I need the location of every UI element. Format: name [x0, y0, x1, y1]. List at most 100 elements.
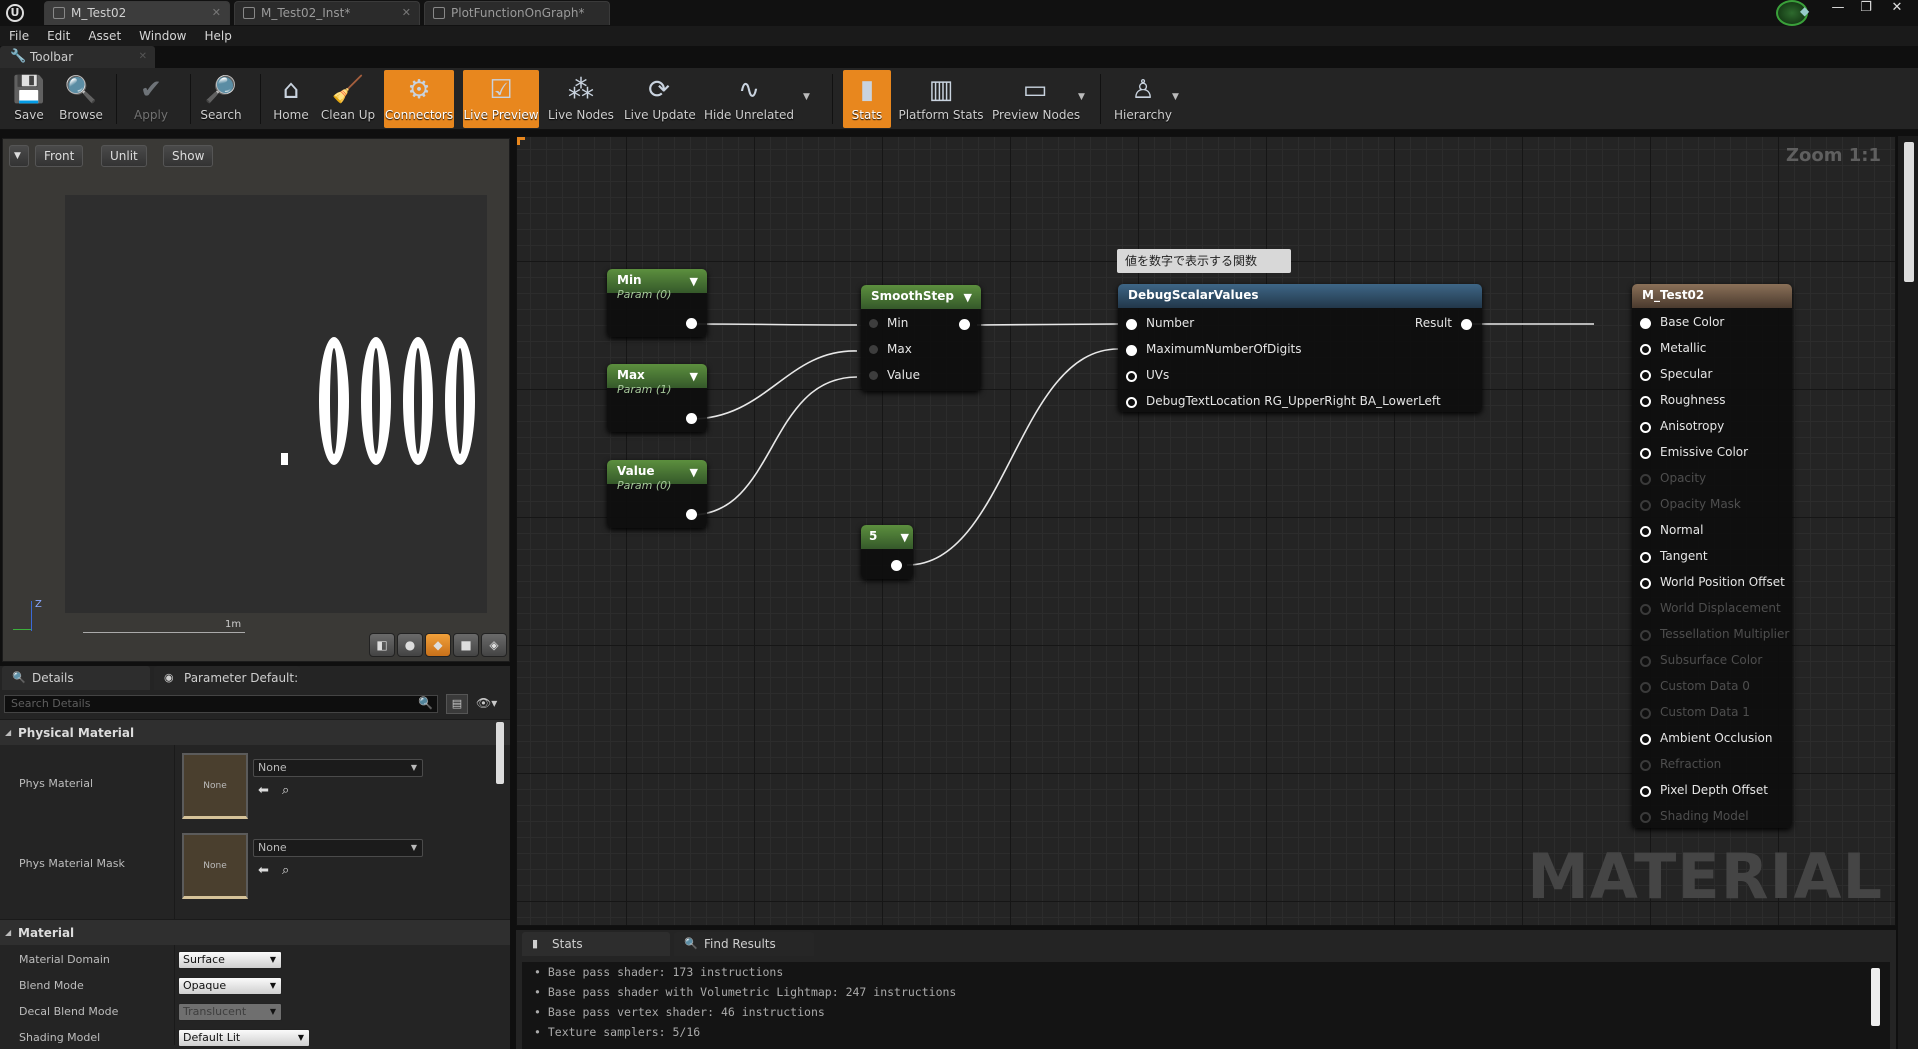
material-input-pin[interactable]: [1640, 734, 1651, 745]
property-matrix-icon[interactable]: ▤: [446, 694, 468, 714]
use-selected-icon[interactable]: ⬅: [258, 863, 269, 878]
output-pin[interactable]: [891, 560, 902, 571]
live-preview-button[interactable]: ☑ Live Preview: [463, 70, 539, 128]
output-pin[interactable]: [686, 318, 697, 329]
live-update-button[interactable]: ⟳ Live Update: [624, 70, 696, 128]
phys-material-thumbnail[interactable]: None: [182, 753, 248, 819]
cylinder-icon[interactable]: ◧: [369, 633, 395, 657]
search-button[interactable]: 🔎 Search: [198, 70, 244, 128]
section-physical-material[interactable]: Physical Material: [0, 719, 510, 746]
preview-viewport[interactable]: ▼ Front Unlit Show 0000 Z 1m ◧ ● ◆ ■ ◈: [2, 138, 510, 662]
plane-icon[interactable]: ◆: [425, 633, 451, 657]
chevron-down-icon[interactable]: ▼: [803, 92, 810, 102]
output-pin[interactable]: [686, 509, 697, 520]
menu-edit[interactable]: Edit: [38, 26, 79, 46]
node-value[interactable]: Value Param (0) ▼: [607, 460, 707, 528]
menu-file[interactable]: File: [0, 26, 38, 46]
material-input-pin[interactable]: [1640, 318, 1651, 329]
hide-unrelated-button[interactable]: ∿ Hide Unrelated: [704, 70, 794, 128]
browse-icon[interactable]: ⌕: [282, 863, 289, 878]
material-input-pin[interactable]: [1640, 344, 1651, 355]
input-pin-max[interactable]: [869, 345, 878, 354]
collapse-arrow-icon[interactable]: ▼: [964, 291, 972, 304]
home-button[interactable]: ⌂ Home: [268, 70, 314, 128]
apply-button[interactable]: ✔ Apply: [128, 70, 174, 128]
input-pin-text-location[interactable]: [1126, 397, 1137, 408]
output-pin-result[interactable]: [1461, 319, 1472, 330]
viewport-options-button[interactable]: ▼: [9, 145, 29, 167]
preview-nodes-button[interactable]: ▭ Preview Nodes: [992, 70, 1080, 128]
tab-m-test02[interactable]: M_Test02 ✕: [44, 1, 230, 25]
material-input-pin[interactable]: [1640, 370, 1651, 381]
teapot-icon[interactable]: ◈: [481, 633, 507, 657]
phys-material-picker[interactable]: None: [253, 759, 423, 777]
close-icon[interactable]: ✕: [402, 2, 411, 24]
input-pin-value[interactable]: [869, 371, 878, 380]
stats-button[interactable]: ▮ Stats: [843, 70, 891, 128]
search-details-input[interactable]: Search Details: [4, 695, 438, 713]
node-smoothstep[interactable]: SmoothStep ▼ Min Max Value: [861, 285, 981, 391]
browse-icon[interactable]: ⌕: [282, 783, 289, 798]
cube-icon[interactable]: ■: [453, 633, 479, 657]
tab-m-test02-inst[interactable]: M_Test02_Inst* ✕: [234, 1, 420, 25]
chevron-down-icon[interactable]: ▼: [1078, 92, 1085, 102]
menu-window[interactable]: Window: [130, 26, 195, 46]
tab-stats[interactable]: ▮ Stats: [522, 932, 670, 956]
show-button[interactable]: Show: [163, 145, 214, 167]
restore-icon[interactable]: ❐: [1853, 0, 1879, 18]
sphere-icon[interactable]: ●: [397, 633, 423, 657]
node-debug-scalar-values[interactable]: DebugScalarValues Number MaximumNumberOf…: [1118, 284, 1482, 412]
platform-stats-button[interactable]: ▥ Platform Stats: [898, 70, 984, 128]
stats-scrollbar[interactable]: [1871, 968, 1880, 1026]
clean-up-button[interactable]: 🧹 Clean Up: [320, 70, 376, 128]
chevron-down-icon[interactable]: ▼: [1172, 92, 1179, 102]
input-pin-uvs[interactable]: [1126, 371, 1137, 382]
front-view-button[interactable]: Front: [35, 145, 84, 167]
hierarchy-button[interactable]: ♙ Hierarchy: [1112, 70, 1174, 128]
material-input-pin[interactable]: [1640, 396, 1651, 407]
view-options-icon[interactable]: 👁▾: [476, 696, 497, 710]
graph-scrollbar[interactable]: [1904, 142, 1914, 282]
material-input-pin[interactable]: [1640, 552, 1651, 563]
save-button[interactable]: 💾 Save: [8, 70, 50, 128]
node-material-result[interactable]: M_Test02 Base Color Metallic Specular Rough…: [1632, 284, 1792, 828]
section-material[interactable]: Material: [0, 919, 510, 946]
unlit-button[interactable]: Unlit: [101, 145, 147, 167]
blend-mode-select[interactable]: Opaque: [178, 977, 282, 995]
output-pin[interactable]: [686, 413, 697, 424]
comment-bubble[interactable]: 値を数字で表示する関数: [1117, 249, 1291, 273]
close-icon[interactable]: ✕: [212, 2, 221, 24]
output-pin[interactable]: [959, 319, 970, 330]
collapse-arrow-icon[interactable]: ▼: [901, 531, 909, 544]
material-input-pin[interactable]: [1640, 578, 1651, 589]
feedback-icon[interactable]: ◆: [1800, 4, 1809, 18]
material-input-pin[interactable]: [1640, 526, 1651, 537]
tab-details[interactable]: 🔍 Details: [2, 666, 150, 690]
tab-parameter-defaults[interactable]: ◉ Parameter Default:: [154, 666, 300, 690]
material-domain-select[interactable]: Surface: [178, 951, 282, 969]
toolbar-tab[interactable]: 🔧 Toolbar ✕: [0, 46, 155, 68]
connectors-button[interactable]: ⚙ Connectors: [384, 70, 454, 128]
material-graph[interactable]: Zoom 1:1 MATERIAL 値を数字で表示する関数 Min Param (…: [516, 136, 1896, 926]
minimize-icon[interactable]: —: [1825, 0, 1851, 18]
input-pin-min[interactable]: [869, 319, 878, 328]
live-nodes-button[interactable]: ⁂ Live Nodes: [548, 70, 614, 128]
tab-find-results[interactable]: 🔍 Find Results: [674, 932, 814, 956]
use-selected-icon[interactable]: ⬅: [258, 783, 269, 798]
collapse-arrow-icon[interactable]: ▼: [690, 466, 698, 479]
phys-material-mask-picker[interactable]: None: [253, 839, 423, 857]
phys-material-mask-thumbnail[interactable]: None: [182, 833, 248, 899]
collapse-arrow-icon[interactable]: ▼: [690, 370, 698, 383]
close-window-icon[interactable]: ✕: [1884, 0, 1910, 18]
input-pin-max-digits[interactable]: [1126, 345, 1137, 356]
node-constant[interactable]: 5 ▼: [861, 525, 913, 579]
collapse-arrow-icon[interactable]: ▼: [690, 275, 698, 288]
shading-model-select[interactable]: Default Lit: [178, 1029, 310, 1047]
material-input-pin[interactable]: [1640, 786, 1651, 797]
menu-asset[interactable]: Asset: [79, 26, 130, 46]
material-input-pin[interactable]: [1640, 422, 1651, 433]
menu-help[interactable]: Help: [195, 26, 240, 46]
details-scrollbar[interactable]: [496, 722, 504, 784]
browse-button[interactable]: 🔍 Browse: [56, 70, 106, 128]
close-icon[interactable]: ✕: [139, 46, 147, 68]
